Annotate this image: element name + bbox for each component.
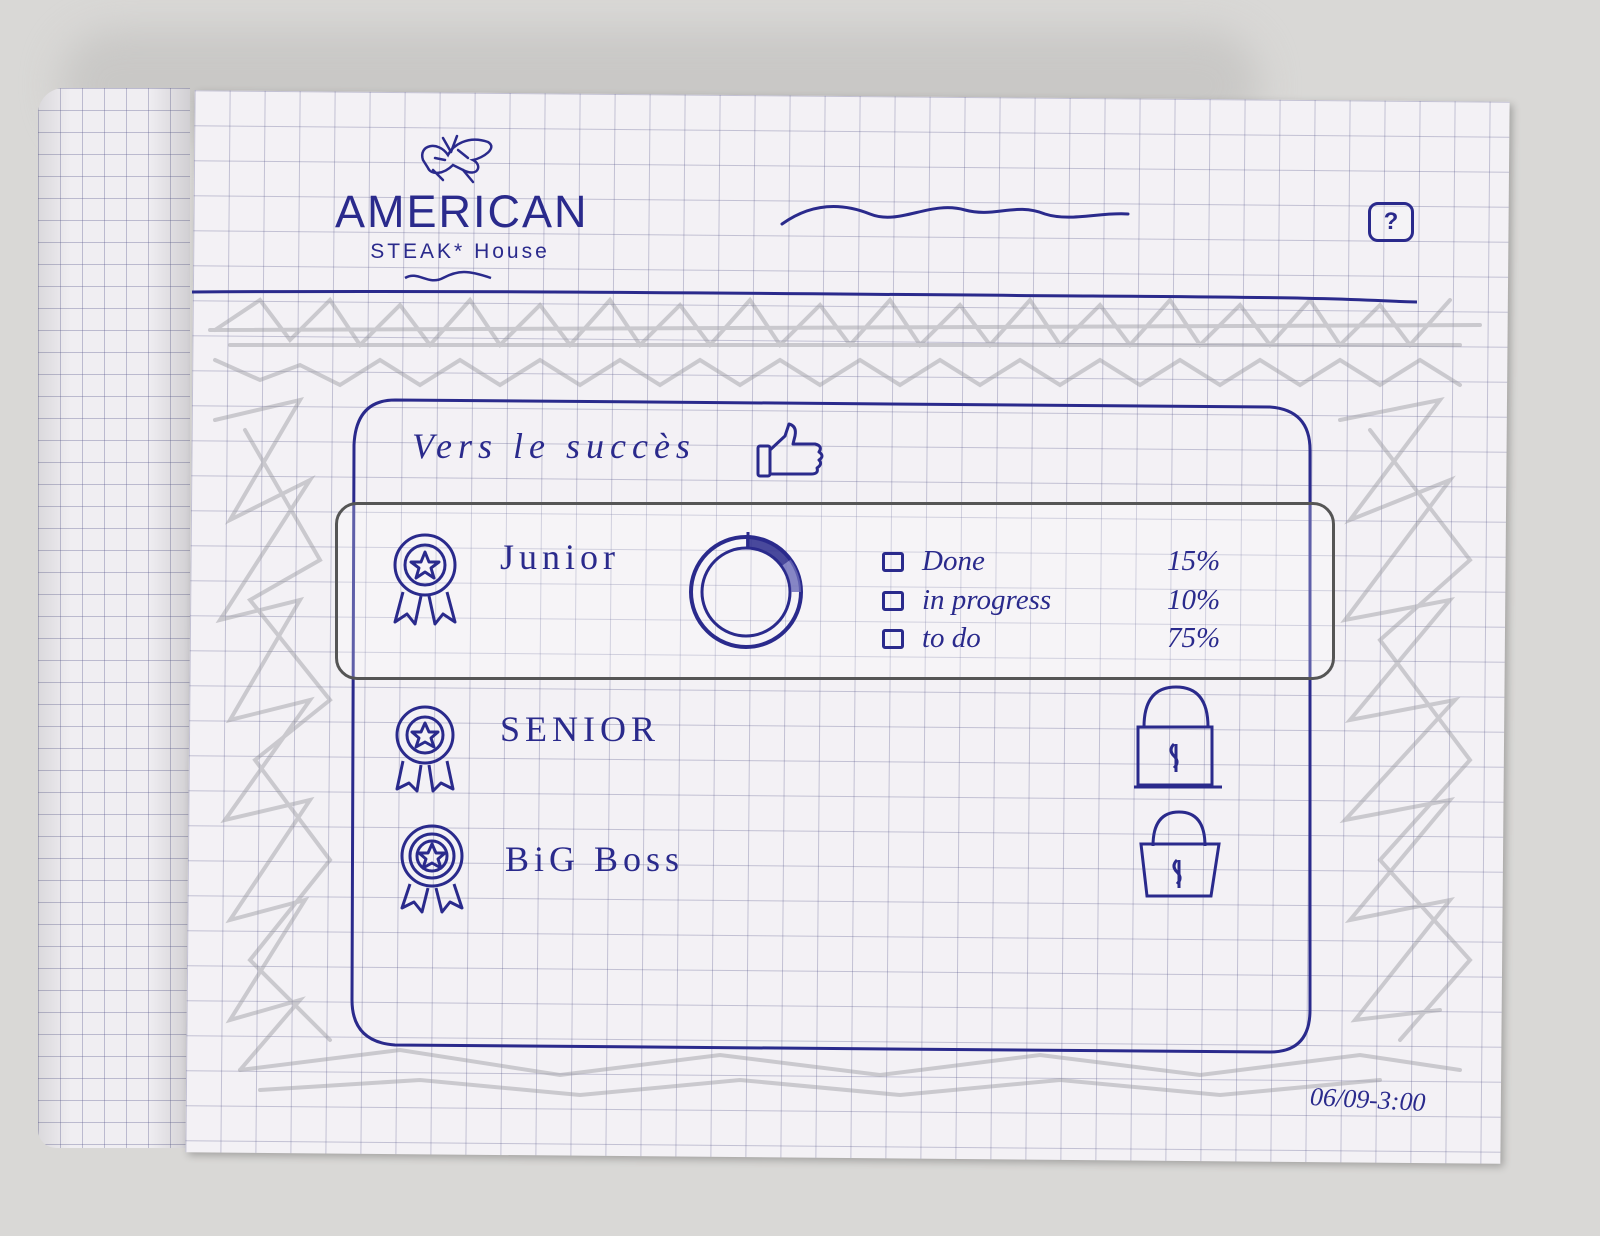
lock-icon[interactable] [1132,682,1224,792]
brand-logo[interactable]: AMERICAN STEAK* House [335,130,589,290]
medal-icon [400,824,464,914]
butterfly-icon [420,134,493,184]
header-title-placeholder [780,205,1130,226]
legend-label-in-progress: in progress [922,584,1052,616]
thumbs-up-icon [756,422,824,478]
level-name-junior: Junior [500,537,620,577]
help-button[interactable]: ? [1368,202,1414,242]
legend-value-in-progress: 10% [1167,584,1221,616]
progress-ring-icon [689,532,803,649]
logo-sub-text: STEAK* House [370,240,550,263]
logo-underline [404,270,492,282]
level-name-senior: SENIOR [500,709,661,749]
progress-ring-done-arc [691,537,801,647]
legend-label-to-do: to do [922,622,981,654]
legend-swatch-done [882,552,904,572]
legend-value-to-do: 75% [1167,622,1221,654]
lock-icon[interactable] [1135,808,1225,903]
header-divider [192,289,1417,304]
help-icon: ? [1383,208,1399,235]
level-name-big-boss: BiG Boss [505,839,685,879]
legend-value-done: 15% [1167,545,1221,577]
paper-roll [38,88,190,1148]
legend-label-done: Done [922,545,985,577]
legend-swatch-to-do [882,629,904,649]
medal-icon [395,705,455,793]
timestamp: 06/09-3:00 [1309,1081,1427,1118]
medal-icon [393,533,457,626]
legend-swatch-in-progress [882,591,904,611]
panel-title: Vers le succès [412,426,696,466]
logo-main-text: AMERICAN [335,186,589,237]
